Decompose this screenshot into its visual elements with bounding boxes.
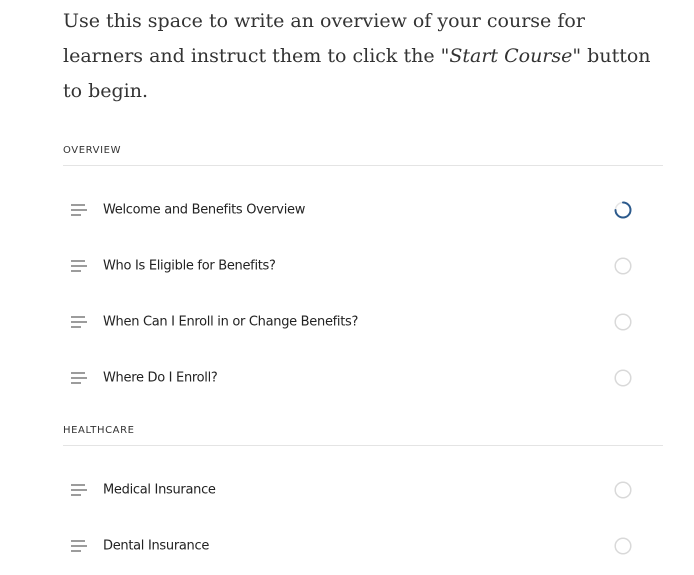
lesson-title: Dental Insurance xyxy=(103,538,210,554)
lines-icon xyxy=(71,204,87,216)
lesson-dental[interactable]: Dental Insurance xyxy=(63,518,663,574)
lesson-enroll-change[interactable]: When Can I Enroll in or Change Benefits? xyxy=(63,294,663,350)
lines-icon xyxy=(71,484,87,496)
lines-icon xyxy=(71,372,87,384)
section-heading-label: OVERVIEW xyxy=(63,145,122,156)
lesson-title: When Can I Enroll in or Change Benefits? xyxy=(103,314,359,330)
section-heading-healthcare: HEALTHCARE xyxy=(63,425,663,446)
not-started-icon xyxy=(614,257,632,275)
not-started-icon xyxy=(614,369,632,387)
lines-icon xyxy=(71,316,87,328)
course-intro-text: Use this space to write an overview of y… xyxy=(63,4,663,109)
section-heading-overview: OVERVIEW xyxy=(63,145,663,166)
not-started-icon xyxy=(614,537,632,555)
lesson-title: Who Is Eligible for Benefits? xyxy=(103,258,276,274)
lesson-title: Welcome and Benefits Overview xyxy=(103,202,306,218)
not-started-icon xyxy=(614,481,632,499)
course-overview-page: Use this space to write an overview of y… xyxy=(0,0,694,575)
lines-icon xyxy=(71,540,87,552)
lesson-welcome[interactable]: Welcome and Benefits Overview xyxy=(63,182,663,238)
lines-icon xyxy=(71,260,87,272)
lesson-title: Where Do I Enroll? xyxy=(103,370,218,386)
lesson-where-enroll[interactable]: Where Do I Enroll? xyxy=(63,350,663,406)
not-started-icon xyxy=(614,313,632,331)
section-heading-label: HEALTHCARE xyxy=(63,425,135,436)
lesson-eligibility[interactable]: Who Is Eligible for Benefits? xyxy=(63,238,663,294)
lesson-medical[interactable]: Medical Insurance xyxy=(63,462,663,518)
intro-emphasis: Start Course xyxy=(449,45,573,67)
in-progress-icon xyxy=(614,201,632,219)
lesson-title: Medical Insurance xyxy=(103,482,216,498)
